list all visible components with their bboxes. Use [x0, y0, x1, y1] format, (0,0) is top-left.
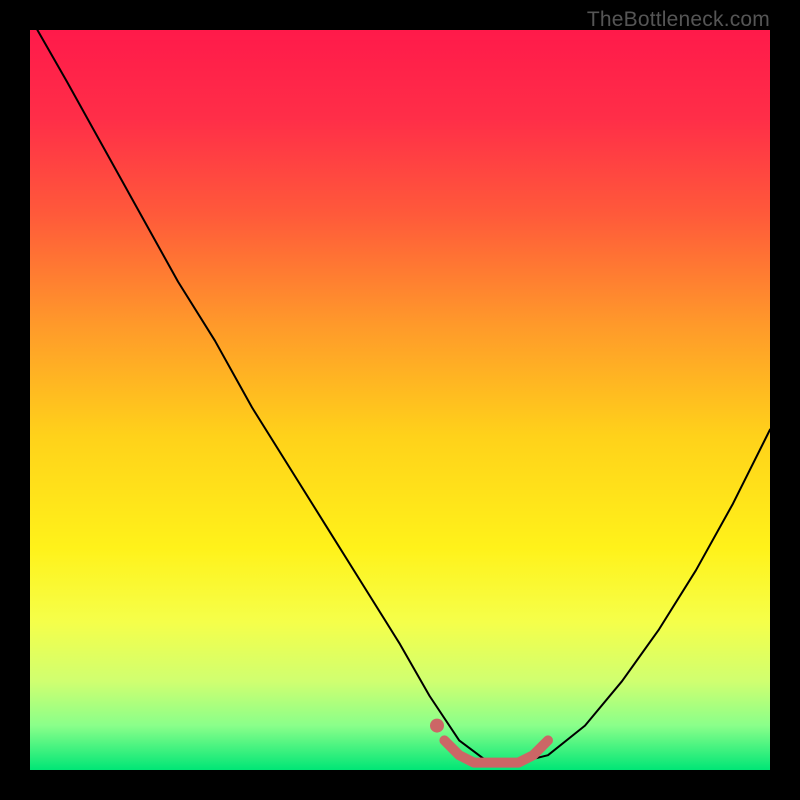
chart-background: [30, 30, 770, 770]
plot-area: [30, 30, 770, 770]
watermark-text: TheBottleneck.com: [587, 8, 770, 32]
chart-svg: [30, 30, 770, 770]
highlight-dot: [430, 719, 444, 733]
chart-container: TheBottleneck.com: [0, 0, 800, 800]
